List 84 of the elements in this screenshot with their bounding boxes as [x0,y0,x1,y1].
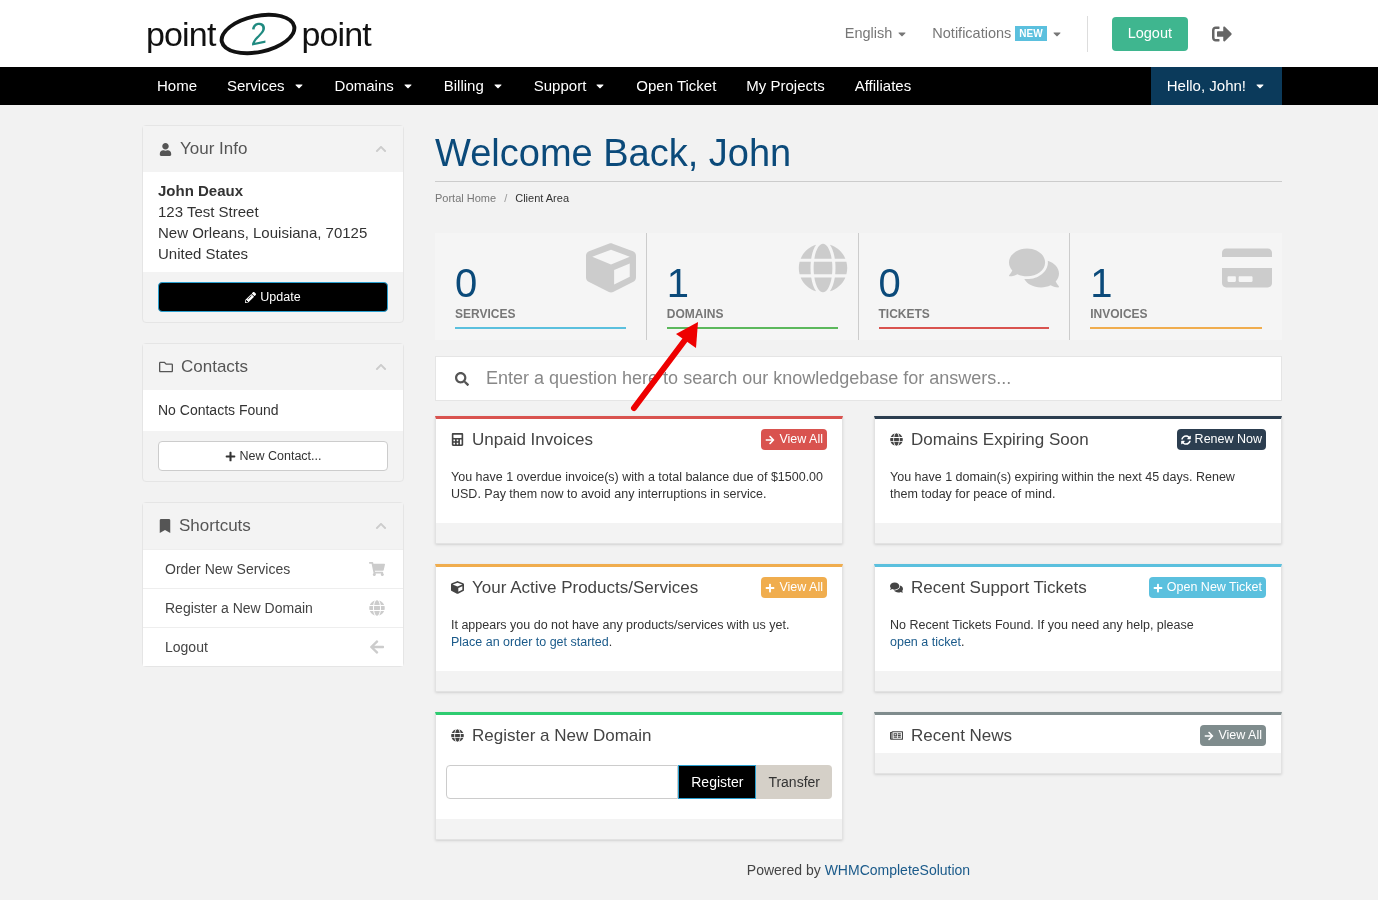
bookmark-icon [159,519,171,533]
new-badge: NEW [1015,26,1047,41]
new-contact-button[interactable]: New Contact... [158,441,388,471]
cart-icon [369,561,385,577]
panel-text: No Recent Tickets Found. If you need any help, please open a ticket. [890,616,1195,651]
stat-count: 1 [1090,260,1113,305]
nav-item[interactable]: Open Ticket [621,67,732,105]
panel-button[interactable]: View All [761,429,827,450]
stat-tile[interactable]: 0 SERVICES [435,232,647,340]
address-line: New Orleans, Louisiana, 70125 [158,223,369,243]
stat-icon [797,242,848,293]
pencil-icon [245,291,257,303]
stat-label: INVOICES [1090,305,1148,323]
page-title: Welcome Back, John [435,131,793,176]
user-icon [159,142,172,156]
panel-title: Contacts [181,356,249,379]
collapse-icon[interactable] [375,520,387,532]
nav-item[interactable]: Services [212,67,320,105]
nav-item[interactable]: Home [142,67,212,105]
collapse-icon[interactable] [375,143,387,155]
arrow-right-icon [765,434,776,445]
panel-title: Unpaid Invoices [472,428,593,451]
stat-icon [585,242,636,293]
stat-label: TICKETS [878,305,930,323]
nav-item[interactable]: Affiliates [839,67,927,105]
breadcrumb-separator: / [504,191,508,206]
panel-title: Your Active Products/Services [472,576,699,599]
breadcrumb-link[interactable]: Client Area [515,190,569,207]
customer-name: John Deaux [158,181,245,201]
panel-text: It appears you do not have any products/services with us yet. Place an order to get started. [451,616,791,651]
panel-icon [451,433,464,446]
breadcrumb-link[interactable]: Portal Home [435,190,497,207]
panel-icon [890,433,903,446]
address-line: United States [158,244,250,264]
notifications-link[interactable]: Notifications [932,22,1012,45]
panel-title: Domains Expiring Soon [911,428,1089,451]
panel-title: Recent Support Tickets [911,576,1087,599]
panel-icon [890,581,903,594]
plus-icon [1152,582,1163,593]
plus-icon [224,450,236,462]
transfer-button[interactable]: Transfer [756,764,832,799]
stat-label: SERVICES [455,305,516,323]
panel-button[interactable]: Renew Now [1176,429,1266,450]
refresh-icon [1180,434,1191,445]
stat-tile[interactable]: 1 INVOICES [1070,232,1282,340]
shortcut-item[interactable]: Logout [143,627,403,666]
panel-text: You have 1 domain(s) expiring within the next 45 days. Renew them today for peace of mind. [890,468,1236,503]
panel-link[interactable]: Place an order to get started [451,634,609,649]
domain-input-field[interactable] [446,764,679,799]
nav-item[interactable]: My Projects [731,67,840,105]
panel-title: Register a New Domain [472,724,652,747]
panel-icon [890,729,903,742]
nav-item[interactable]: Billing [428,67,519,105]
stat-label: DOMAINS [666,305,724,323]
panel-icon [451,581,464,594]
register-button[interactable]: Register [678,764,757,799]
collapse-icon[interactable] [375,361,387,373]
language-dropdown[interactable]: English [844,22,909,45]
stat-tile[interactable]: 0 TICKETS [858,232,1071,340]
stat-count: 0 [878,260,901,305]
panel-icon [451,729,464,742]
nav-item[interactable]: Support [518,67,622,105]
footer-text: Powered by [746,861,821,878]
user-menu[interactable]: Hello, John! [1150,67,1282,105]
stat-count: 1 [666,260,689,305]
nav-item[interactable]: Domains [319,67,429,105]
panel-title: Your Info [180,138,248,161]
address-line: 123 Test Street [158,202,260,222]
folder-icon [159,360,173,374]
panel-title: Recent News [911,724,1013,747]
globe-icon [369,600,385,616]
arrow-right-icon [1204,730,1215,741]
search-icon [455,371,469,386]
footer-link[interactable]: WHMCompleteSolution [824,861,971,878]
arrow-left-icon [369,639,385,655]
update-button[interactable]: Update [158,282,388,312]
panel-link[interactable]: open a ticket [890,634,961,649]
empty-message: No Contacts Found [143,390,403,431]
panel-text: You have 1 overdue invoice(s) with a total balance due of $1500.00 USD. Pay them now to avoid any interruptions in service. [451,468,825,503]
shortcut-item[interactable]: Register a New Domain [143,588,403,627]
stat-count: 0 [455,260,478,305]
panel-title: Shortcuts [179,515,251,538]
plus-icon [765,582,776,593]
shortcut-item[interactable]: Order New Services [143,549,403,588]
